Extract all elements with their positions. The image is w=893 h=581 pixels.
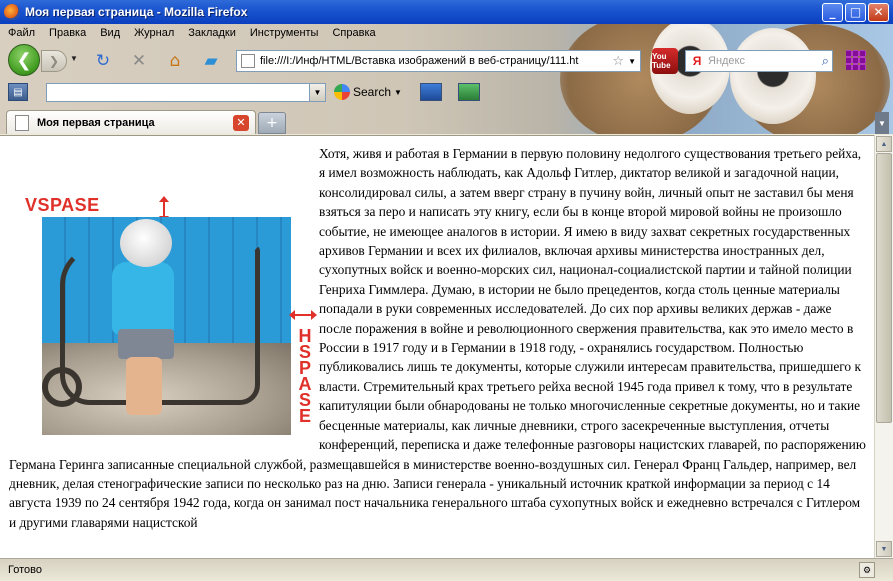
forward-button[interactable]: ❯ (41, 50, 67, 72)
forward-arrow-icon: ❯ (48, 54, 60, 68)
new-tab-button[interactable]: + (258, 112, 286, 134)
status-bar: Готово ⚙ (0, 558, 893, 581)
monitor-icon[interactable] (420, 83, 442, 101)
address-bar[interactable]: file:///I:/Инф/HTML/Вставка изображений … (236, 50, 641, 72)
google-search-button[interactable]: Search ▼ (334, 84, 402, 100)
screen-green-icon[interactable] (458, 83, 480, 101)
reload-icon[interactable]: ↻ (92, 50, 114, 72)
vertical-scrollbar[interactable]: ▲ ▼ (874, 135, 893, 558)
menu-view[interactable]: Вид (98, 26, 122, 40)
menu-help[interactable]: Справка (330, 26, 377, 40)
toolbar-search-field[interactable]: ▼ (46, 83, 326, 102)
scroll-up-icon[interactable]: ▲ (876, 136, 892, 152)
tab-label: Моя первая страница (37, 116, 155, 129)
toolbar-search-dropdown-icon[interactable]: ▼ (309, 84, 325, 101)
page-content: VSPASE HSPASE Хотя, живя и работая в Гер… (0, 135, 874, 558)
menu-edit[interactable]: Правка (47, 26, 88, 40)
vspace-annotation: VSPASE (25, 195, 100, 215)
tab-page-icon (15, 114, 29, 131)
hspace-arrow-icon (289, 310, 317, 320)
url-input[interactable]: file:///I:/Инф/HTML/Вставка изображений … (260, 55, 612, 67)
search-icon[interactable]: ⌕ (822, 54, 829, 69)
navigation-toolbar: ❮ ❯ ▼ ↻ ✕ ⌂ ▰ file:///I:/Инф/HTML/Вставк… (0, 42, 893, 78)
window-title: Моя первая страница - Mozilla Firefox (25, 5, 248, 19)
back-arrow-icon: ❮ (16, 49, 32, 71)
boy-on-bike-photo (42, 217, 291, 435)
window-controls: _ □ ✕ (822, 2, 889, 22)
close-window-button[interactable]: ✕ (868, 2, 889, 22)
back-button[interactable]: ❮ (8, 44, 40, 76)
status-addon-icon[interactable]: ⚙ (859, 562, 875, 578)
minimize-button[interactable]: _ (822, 2, 843, 22)
history-dropdown-icon[interactable]: ▼ (70, 54, 78, 63)
url-dropdown-icon[interactable]: ▼ (628, 57, 636, 66)
search-engine-icon[interactable]: Я (686, 51, 708, 71)
menu-tools[interactable]: Инструменты (248, 26, 321, 40)
scroll-down-icon[interactable]: ▼ (876, 541, 892, 557)
hspace-annotation: HSPASE (298, 326, 312, 426)
window-titlebar: Моя первая страница - Mozilla Firefox _ … (0, 0, 893, 24)
secondary-toolbar: ▤ ▼ Search ▼ (0, 80, 893, 106)
youtube-button[interactable]: You Tube (652, 48, 678, 74)
addon-icon[interactable]: ▰ (200, 50, 222, 72)
search-input[interactable]: Яндекс (708, 55, 822, 67)
article-text: VSPASE HSPASE Хотя, живя и работая в Гер… (9, 144, 867, 532)
search-box[interactable]: Я Яндекс ⌕ (685, 50, 833, 72)
tab-active[interactable]: Моя первая страница ✕ (6, 110, 256, 134)
scroll-thumb[interactable] (876, 153, 892, 423)
google-icon (334, 84, 350, 100)
close-tab-icon[interactable]: ✕ (233, 114, 249, 131)
menu-bookmarks[interactable]: Закладки (186, 26, 238, 40)
google-search-dropdown-icon[interactable]: ▼ (394, 88, 402, 97)
home-icon[interactable]: ⌂ (164, 50, 186, 72)
stop-icon[interactable]: ✕ (128, 50, 150, 72)
tab-list-icon[interactable]: ▼ (875, 112, 889, 134)
status-text: Готово (8, 564, 42, 576)
toolbar-menu-icon[interactable]: ▤ (8, 83, 28, 101)
apps-grid-icon[interactable] (846, 50, 866, 70)
menu-file[interactable]: Файл (6, 26, 37, 40)
bookmark-star-icon[interactable]: ☆ (612, 54, 624, 69)
image-figure: VSPASE HSPASE (9, 195, 317, 449)
page-favicon-icon (241, 54, 255, 68)
google-search-label: Search (353, 85, 392, 99)
menu-history[interactable]: Журнал (132, 26, 176, 40)
tab-strip: Моя первая страница ✕ + ▼ (0, 108, 893, 134)
maximize-button[interactable]: □ (845, 2, 866, 22)
menu-bar: Файл Правка Вид Журнал Закладки Инструме… (0, 24, 378, 42)
firefox-icon (4, 4, 20, 20)
